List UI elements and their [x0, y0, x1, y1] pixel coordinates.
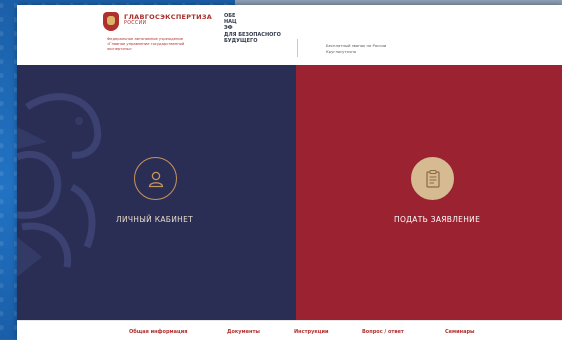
hotline-info: Бесплатный звонок по России Круглосуточн…: [326, 43, 456, 54]
personal-cabinet-panel[interactable]: ЛИЧНЫЙ КАБИНЕТ: [17, 65, 296, 320]
slogan: ОБЕ НАЦ ЭФ ДЛЯ БЕЗОПАСНОГО БУДУЩЕГО: [224, 13, 304, 44]
cabinet-label[interactable]: ЛИЧНЫЙ КАБИНЕТ: [116, 215, 193, 224]
griffin-emblem-icon: [17, 93, 102, 277]
nav-faq[interactable]: Вопрос / ответ: [362, 329, 404, 335]
hotline-hours: Круглосуточно: [326, 48, 357, 54]
user-icon: [148, 171, 163, 187]
footer-nav: Общая информация Документы Инструкции Во…: [17, 320, 562, 340]
nav-documents[interactable]: Документы: [227, 329, 260, 335]
brand-subtitle: РОССИИ: [124, 21, 147, 26]
org-line: экспертизы»: [107, 47, 132, 51]
emblem-icon[interactable]: [103, 12, 119, 31]
main-panels: ЛИЧНЫЙ КАБИНЕТ ПОДАТЬ ЗАЯВЛЕНИЕ: [17, 65, 562, 320]
site-screenshot: ГЛАВГОСЭКСПЕРТИЗА РОССИИ Федеральное авт…: [17, 5, 562, 340]
slogan-line: БУДУЩЕГО: [224, 37, 258, 44]
clipboard-icon: [425, 169, 440, 188]
submit-application-panel[interactable]: ПОДАТЬ ЗАЯВЛЕНИЕ: [296, 65, 562, 320]
apply-label[interactable]: ПОДАТЬ ЗАЯВЛЕНИЕ: [394, 215, 480, 224]
nav-general-info[interactable]: Общая информация: [129, 329, 187, 335]
header-divider: [297, 39, 298, 57]
org-description: Федеральное автономное учреждение «Главн…: [107, 37, 225, 52]
site-header: ГЛАВГОСЭКСПЕРТИЗА РОССИИ Федеральное авт…: [17, 5, 562, 65]
nav-seminars[interactable]: Семинары: [445, 329, 475, 335]
cabinet-button[interactable]: [134, 157, 177, 200]
brand-name[interactable]: ГЛАВГОСЭКСПЕРТИЗА: [124, 13, 212, 21]
apply-button[interactable]: [411, 157, 454, 200]
nav-instructions[interactable]: Инструкции: [294, 329, 328, 335]
